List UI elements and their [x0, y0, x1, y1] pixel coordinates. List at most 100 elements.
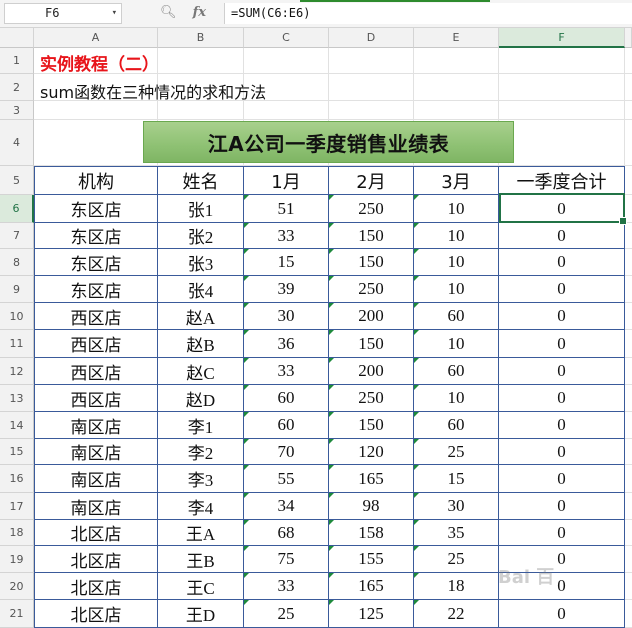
table-cell[interactable]: 西区店: [34, 358, 158, 385]
column-header-a[interactable]: A: [34, 28, 158, 48]
table-cell[interactable]: 150: [329, 412, 414, 439]
table-cell[interactable]: 东区店: [34, 249, 158, 276]
table-cell[interactable]: 30: [244, 303, 329, 330]
table-cell[interactable]: 250: [329, 195, 414, 223]
chevron-down-icon[interactable]: ▾: [112, 4, 117, 23]
table-header-cell[interactable]: 2月: [329, 166, 414, 195]
row-header-9[interactable]: 9: [0, 276, 34, 303]
table-cell[interactable]: 李1: [158, 412, 244, 439]
table-cell[interactable]: 10: [414, 385, 499, 412]
table-cell[interactable]: 东区店: [34, 276, 158, 303]
table-cell[interactable]: 赵C: [158, 358, 244, 385]
table-cell[interactable]: 张4: [158, 276, 244, 303]
table-cell[interactable]: 60: [414, 412, 499, 439]
table-cell[interactable]: 李4: [158, 493, 244, 520]
row-header-21[interactable]: 21: [0, 600, 34, 628]
table-cell[interactable]: 10: [414, 195, 499, 223]
table-cell[interactable]: 0: [499, 600, 625, 628]
table-cell[interactable]: 10: [414, 276, 499, 303]
table-cell[interactable]: 15: [244, 249, 329, 276]
row-header-19[interactable]: 19: [0, 546, 34, 573]
table-cell[interactable]: 0: [499, 249, 625, 276]
table-cell[interactable]: 东区店: [34, 195, 158, 223]
table-cell[interactable]: 赵B: [158, 330, 244, 358]
table-cell[interactable]: 0: [499, 330, 625, 358]
table-cell[interactable]: 王A: [158, 520, 244, 546]
table-cell[interactable]: 10: [414, 223, 499, 249]
table-cell[interactable]: 15: [414, 465, 499, 493]
table-cell[interactable]: 18: [414, 573, 499, 600]
table-cell[interactable]: 0: [499, 439, 625, 465]
row-header-6[interactable]: 6: [0, 195, 34, 223]
formula-input[interactable]: =SUM(C6:E6): [224, 3, 632, 24]
table-cell[interactable]: 75: [244, 546, 329, 573]
table-cell[interactable]: 33: [244, 223, 329, 249]
table-cell[interactable]: 张2: [158, 223, 244, 249]
table-cell[interactable]: 0: [499, 385, 625, 412]
table-cell[interactable]: 22: [414, 600, 499, 628]
table-cell[interactable]: 北区店: [34, 573, 158, 600]
table-cell[interactable]: 0: [499, 223, 625, 249]
table-cell[interactable]: 165: [329, 465, 414, 493]
table-cell[interactable]: 60: [244, 412, 329, 439]
table-cell[interactable]: 0: [499, 546, 625, 573]
select-all-corner[interactable]: [0, 28, 34, 48]
table-header-cell[interactable]: 1月: [244, 166, 329, 195]
table-cell[interactable]: 150: [329, 249, 414, 276]
table-cell[interactable]: 李2: [158, 439, 244, 465]
table-cell[interactable]: 北区店: [34, 546, 158, 573]
table-cell[interactable]: 36: [244, 330, 329, 358]
row-header-3[interactable]: 3: [0, 101, 34, 120]
table-cell[interactable]: 南区店: [34, 465, 158, 493]
name-box[interactable]: F6 ▾: [4, 3, 122, 24]
row-header-20[interactable]: 20: [0, 573, 34, 600]
table-cell[interactable]: 0: [499, 412, 625, 439]
row-header-7[interactable]: 7: [0, 223, 34, 249]
search-icon[interactable]: 🔍︎: [160, 5, 177, 20]
table-cell[interactable]: 39: [244, 276, 329, 303]
table-header-cell[interactable]: 机构: [34, 166, 158, 195]
sheet-subtitle[interactable]: sum函数在三种情况的求和方法: [40, 79, 266, 103]
table-cell[interactable]: 0: [499, 195, 625, 223]
column-header-c[interactable]: C: [244, 28, 329, 48]
table-cell[interactable]: 0: [499, 276, 625, 303]
table-cell[interactable]: 25: [414, 546, 499, 573]
function-icon[interactable]: fx: [193, 5, 206, 20]
table-cell[interactable]: 0: [499, 573, 625, 600]
table-cell[interactable]: 200: [329, 303, 414, 330]
table-cell[interactable]: 25: [244, 600, 329, 628]
column-header-f[interactable]: F: [499, 28, 625, 48]
table-cell[interactable]: 北区店: [34, 600, 158, 628]
row-header-16[interactable]: 16: [0, 465, 34, 493]
row-header-13[interactable]: 13: [0, 385, 34, 412]
column-header-b[interactable]: B: [158, 28, 244, 48]
row-header-18[interactable]: 18: [0, 520, 34, 546]
table-header-cell[interactable]: 3月: [414, 166, 499, 195]
table-cell[interactable]: 西区店: [34, 385, 158, 412]
table-cell[interactable]: 0: [499, 465, 625, 493]
table-cell[interactable]: 张1: [158, 195, 244, 223]
table-cell[interactable]: 王C: [158, 573, 244, 600]
table-cell[interactable]: 张3: [158, 249, 244, 276]
table-cell[interactable]: 王B: [158, 546, 244, 573]
table-cell[interactable]: 0: [499, 358, 625, 385]
table-cell[interactable]: 34: [244, 493, 329, 520]
row-header-1[interactable]: 1: [0, 48, 34, 74]
table-cell[interactable]: 60: [414, 303, 499, 330]
table-cell[interactable]: 150: [329, 330, 414, 358]
row-header-10[interactable]: 10: [0, 303, 34, 330]
table-cell[interactable]: 0: [499, 303, 625, 330]
row-header-4[interactable]: 4: [0, 120, 34, 166]
table-cell[interactable]: 西区店: [34, 303, 158, 330]
table-cell[interactable]: 北区店: [34, 520, 158, 546]
table-cell[interactable]: 125: [329, 600, 414, 628]
table-cell[interactable]: 李3: [158, 465, 244, 493]
column-header-e[interactable]: E: [414, 28, 499, 48]
table-header-cell[interactable]: 姓名: [158, 166, 244, 195]
table-cell[interactable]: 60: [244, 385, 329, 412]
table-cell[interactable]: 赵A: [158, 303, 244, 330]
table-cell[interactable]: 王D: [158, 600, 244, 628]
table-cell[interactable]: 120: [329, 439, 414, 465]
table-cell[interactable]: 东区店: [34, 223, 158, 249]
table-cell[interactable]: 60: [414, 358, 499, 385]
